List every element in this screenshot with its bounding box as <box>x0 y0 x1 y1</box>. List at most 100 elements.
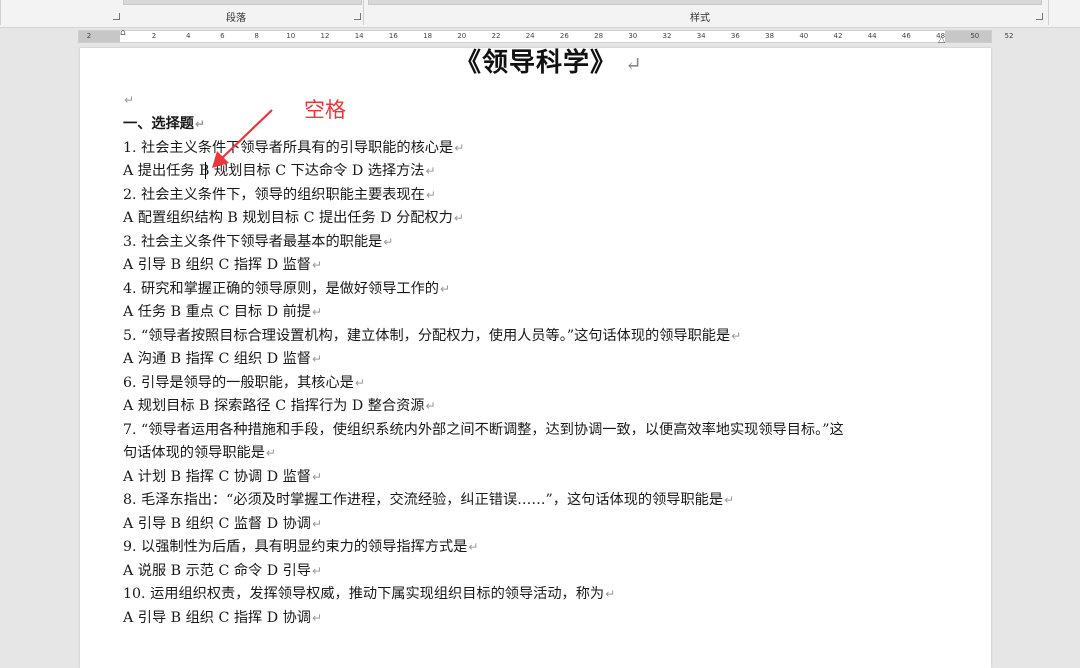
ruler-tick-label: 14 <box>354 32 364 40</box>
line-text: A 引导 B 组织 C 指挥 D 协调 <box>123 609 311 626</box>
ribbon-paragraph-controls <box>123 0 362 5</box>
paragraph-mark-icon: ↵ <box>311 352 323 366</box>
ribbon-separator <box>1048 0 1049 25</box>
paragraph-mark-icon: ↵ <box>311 516 323 531</box>
document-line[interactable]: 5. “领导者按照目标合理设置机构，建立体制，分配权力，使用人员等。”这句话体现… <box>123 325 741 347</box>
ruler-tick-label: 42 <box>833 32 843 40</box>
line-text: A 计划 B 指挥 C 协调 D 监督 <box>123 468 311 485</box>
document-line[interactable]: A 任务 B 重点 C 目标 D 前提↵ <box>123 301 322 323</box>
document-line[interactable]: A 沟通 B 指挥 C 组织 D 监督↵ <box>123 348 322 370</box>
document-line[interactable]: 9. 以强制性为后盾，具有明显约束力的领导指挥方式是↵ <box>123 536 478 558</box>
ribbon-separator <box>363 0 364 25</box>
ruler-tick-label: 16 <box>388 32 398 40</box>
paragraph-mark-icon: ↵ <box>311 469 323 484</box>
styles-dialog-launcher-icon[interactable] <box>1036 13 1043 20</box>
line-text: 4. 研究和掌握正确的领导原则，是做好领导工作的 <box>123 280 439 297</box>
line-text: A 提出任务 B 规划目标 C 下达命令 D 选择方法 <box>123 163 425 179</box>
font-dialog-launcher-icon[interactable] <box>113 13 120 20</box>
document-line[interactable]: A 计划 B 指挥 C 协调 D 监督↵ <box>123 466 322 488</box>
document-page[interactable]: 《领导科学》 ↵ ↵ 一、选择题↵ 1. 社会主义条件下领导者所具有的引导职能的核心是… <box>80 48 991 668</box>
line-text: A 沟通 B 指挥 C 组织 D 监督 <box>123 351 311 367</box>
ruler-tick-label: 2 <box>86 32 92 40</box>
paragraph-mark-icon: ↵ <box>124 93 135 107</box>
document-line[interactable]: 10. 运用组织权责，发挥领导权威，推动下属实现组织目标的领导活动，称为↵ <box>123 583 615 605</box>
document-line[interactable]: 7. “领导者运用各种措施和手段，使组织系统内外部之间不断调整，达到协调一致，以… <box>123 419 844 441</box>
document-line[interactable]: 句话体现的领导职能是↵ <box>123 442 276 464</box>
paragraph-dialog-launcher-icon[interactable] <box>354 13 361 20</box>
ruler-tick-label: 4 <box>185 32 191 40</box>
ruler-tick-label: 20 <box>457 32 467 40</box>
paragraph-mark-icon: ↵ <box>383 234 394 249</box>
document-line[interactable]: 2. 社会主义条件下，领导的组织职能主要表现在↵ <box>123 184 436 206</box>
first-line-indent-marker-icon[interactable]: ⌂ <box>120 28 126 38</box>
document-line[interactable]: A 引导 B 组织 C 指挥 D 协调↵ <box>123 607 322 629</box>
document-line[interactable]: A 引导 B 组织 C 指挥 D 监督↵ <box>123 254 322 276</box>
line-text: 3. 社会主义条件下领导者最基本的职能是 <box>123 233 383 250</box>
paragraph-mark-icon: ↵ <box>724 493 735 507</box>
paragraph-mark-icon: ↵ <box>468 540 479 554</box>
ribbon: 段落 样式 <box>0 0 1080 28</box>
ruler-tick-label: 10 <box>286 32 296 40</box>
right-indent-marker-icon[interactable]: △ <box>938 35 945 45</box>
ruler-tick-label: 50 <box>970 32 980 40</box>
ruler-tick-label: 40 <box>799 32 809 40</box>
ruler-tick-label: 6 <box>220 32 225 40</box>
styles-group-label: 样式 <box>690 13 710 24</box>
paragraph-mark-icon: ↵ <box>453 211 464 225</box>
paragraph-group-label: 段落 <box>226 13 246 24</box>
paragraph-mark-icon: ↵ <box>425 164 436 178</box>
line-text: A 规划目标 B 探索路径 C 指挥行为 D 整合资源 <box>123 398 425 414</box>
line-text: A 任务 B 重点 C 目标 D 前提 <box>123 304 311 320</box>
paragraph-mark-icon: ↵ <box>425 399 436 413</box>
ruler-tick-label: 44 <box>867 32 877 40</box>
paragraph-mark-icon: ↵ <box>425 187 436 202</box>
line-text: 10. 运用组织权责，发挥领导权威，推动下属实现组织目标的领导活动，称为 <box>123 586 605 602</box>
ruler-tick-label: 32 <box>662 32 672 40</box>
document-line[interactable]: A 引导 B 组织 C 监督 D 协调↵ <box>123 513 322 535</box>
document-line[interactable]: 4. 研究和掌握正确的领导原则，是做好领导工作的↵ <box>123 278 450 300</box>
ribbon-styles-gallery[interactable] <box>368 0 1042 5</box>
line-text: A 说服 B 示范 C 命令 D 引导 <box>123 562 311 579</box>
ruler-tick-label: 22 <box>491 32 501 40</box>
paragraph-mark-icon: ↵ <box>605 587 616 601</box>
line-text: A 引导 B 组织 C 指挥 D 监督 <box>123 257 311 273</box>
ruler-tick-label: 8 <box>254 32 259 40</box>
ruler-tick-label: 36 <box>730 32 740 40</box>
empty-paragraph[interactable]: ↵ <box>123 89 134 111</box>
document-line[interactable]: A 规划目标 B 探索路径 C 指挥行为 D 整合资源↵ <box>123 395 436 417</box>
ruler-tick-label: 46 <box>901 32 911 40</box>
ruler-tick-label: 26 <box>559 32 569 40</box>
paragraph-mark-icon: ↵ <box>265 446 276 460</box>
paragraph-mark-icon: ↵ <box>311 305 323 319</box>
ruler-tick-label: 52 <box>1004 32 1014 40</box>
document-line[interactable]: 6. 引导是领导的一般职能，其核心是↵ <box>123 372 365 394</box>
ruler-tick-label: 38 <box>765 32 775 40</box>
paragraph-mark-icon: ↵ <box>311 610 323 625</box>
ruler-right-margin <box>945 31 991 42</box>
document-line[interactable]: 3. 社会主义条件下领导者最基本的职能是↵ <box>123 231 393 253</box>
paragraph-mark-icon: ↵ <box>354 375 365 390</box>
ruler-tick-label: 24 <box>525 32 535 40</box>
paragraph-mark-icon: ↵ <box>731 328 742 343</box>
paragraph-mark-icon: ↵ <box>440 281 451 296</box>
document-line[interactable]: A 配置组织结构 B 规划目标 C 提出任务 D 分配权力↵ <box>123 207 464 229</box>
line-text: 1. 社会主义条件下领导者所具有的引导职能的核心是 <box>123 139 454 156</box>
ruler-tick-label: 28 <box>594 32 604 40</box>
paragraph-mark-icon: ↵ <box>311 563 323 578</box>
line-text: 一、选择题 <box>123 116 194 132</box>
line-text: 句话体现的领导职能是 <box>123 445 265 461</box>
section-heading[interactable]: 一、选择题↵ <box>123 113 205 135</box>
document-title-text: 《领导科学》 <box>455 48 618 78</box>
document-line[interactable]: 8. 毛泽东指出：“必须及时掌握工作进程，交流经验，纠正错误……”，这句话体现的… <box>123 489 734 511</box>
ruler-tick-label: 18 <box>423 32 433 40</box>
ruler-left-margin <box>79 31 120 42</box>
ruler-tick-label: 30 <box>628 32 638 40</box>
line-text: A 配置组织结构 B 规划目标 C 提出任务 D 分配权力 <box>123 210 453 226</box>
line-text: A 引导 B 组织 C 监督 D 协调 <box>123 515 311 532</box>
line-text: 7. “领导者运用各种措施和手段，使组织系统内外部之间不断调整，达到协调一致，以… <box>123 421 844 438</box>
annotation-label: 空格 <box>304 98 346 122</box>
document-line[interactable]: 1. 社会主义条件下领导者所具有的引导职能的核心是↵ <box>123 137 464 159</box>
document-title: 《领导科学》 ↵ <box>455 42 643 79</box>
document-line[interactable]: A 说服 B 示范 C 命令 D 引导↵ <box>123 560 322 582</box>
document-line[interactable]: A 提出任务 B 规划目标 C 下达命令 D 选择方法↵ <box>123 160 436 182</box>
